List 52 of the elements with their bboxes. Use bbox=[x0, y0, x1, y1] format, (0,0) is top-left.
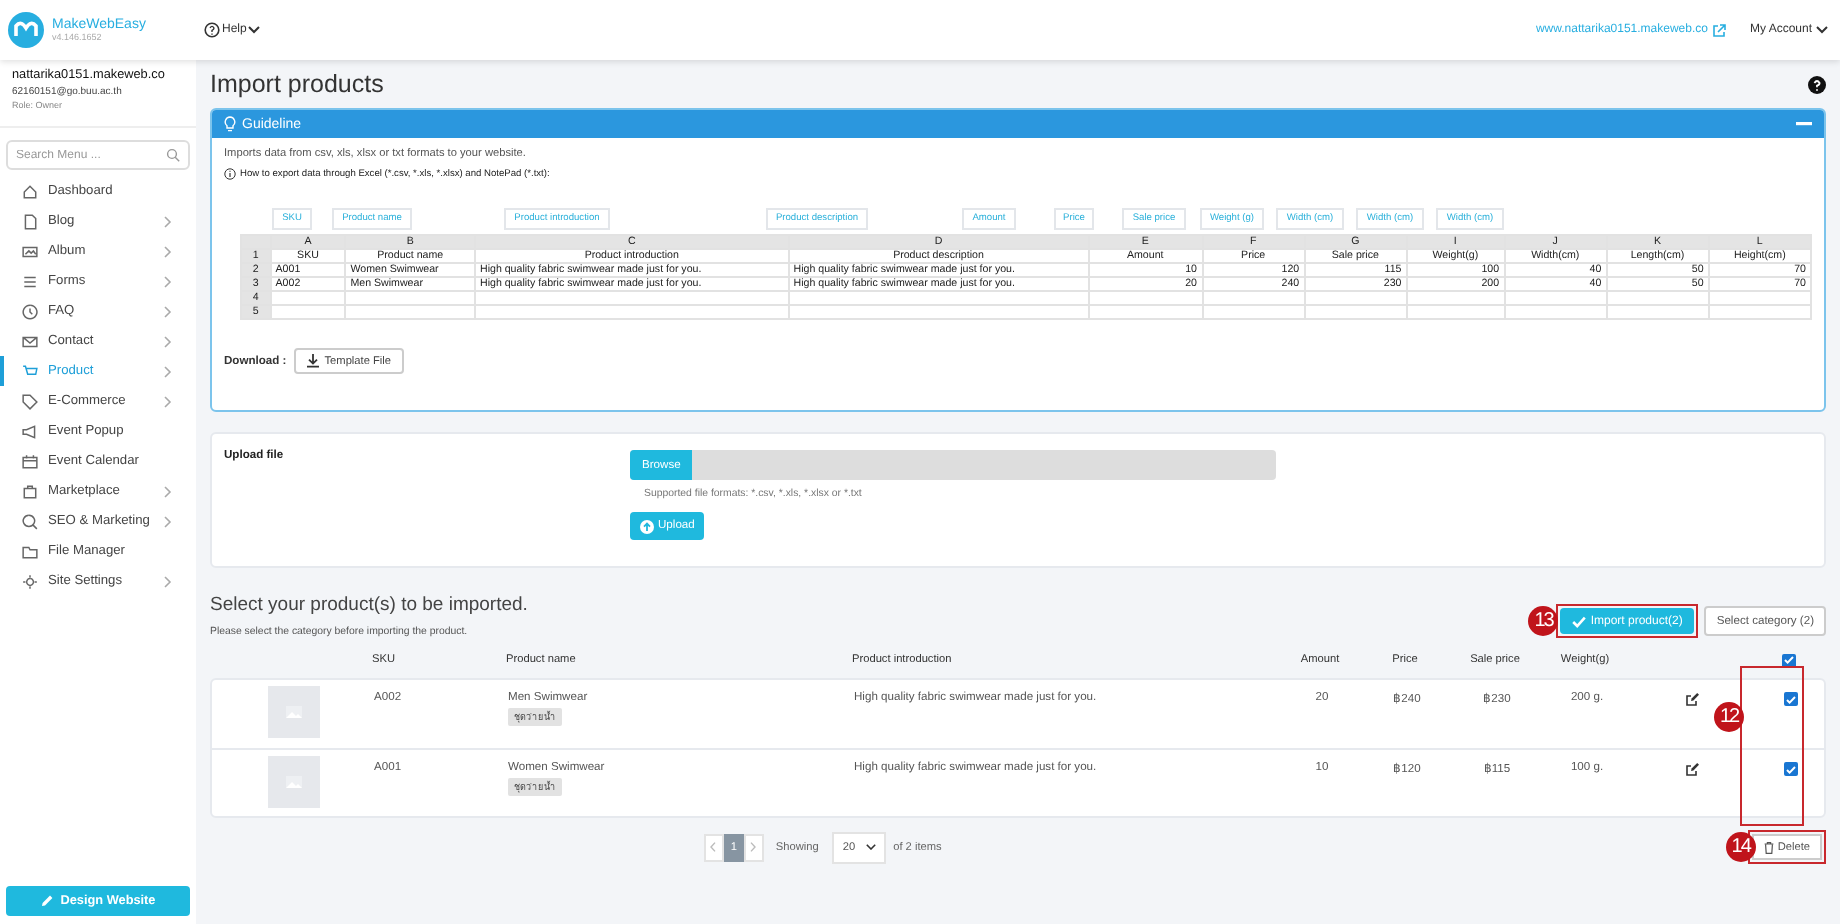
calendar-icon bbox=[22, 453, 38, 469]
lightbulb-icon bbox=[224, 116, 236, 132]
megaphone-icon bbox=[22, 423, 38, 439]
logo-icon bbox=[8, 12, 44, 48]
home-icon bbox=[22, 183, 38, 199]
row-checkbox[interactable] bbox=[1783, 762, 1797, 776]
chevron-right-icon bbox=[164, 305, 172, 317]
upload-icon bbox=[640, 519, 654, 533]
caret-icon bbox=[865, 844, 876, 850]
list-icon bbox=[22, 273, 38, 289]
folder-icon bbox=[22, 543, 38, 559]
image-icon bbox=[22, 243, 38, 259]
bag-icon bbox=[22, 483, 38, 499]
edit-icon[interactable] bbox=[1685, 692, 1699, 706]
image-placeholder bbox=[268, 686, 320, 738]
pencil-icon bbox=[40, 894, 55, 908]
chevron-right-icon bbox=[164, 335, 172, 347]
chevron-right-icon bbox=[164, 365, 172, 377]
chevron-right-icon bbox=[164, 575, 172, 587]
info-icon bbox=[224, 168, 236, 180]
search-icon bbox=[166, 148, 180, 162]
row-checkbox[interactable] bbox=[1783, 692, 1797, 706]
section-heading: Select your product(s) to be imported. bbox=[210, 594, 530, 616]
help-icon bbox=[204, 22, 220, 38]
chevron-right-icon bbox=[164, 215, 172, 227]
chevron-right-icon bbox=[164, 245, 172, 257]
trash-icon bbox=[1763, 841, 1774, 853]
envelope-icon bbox=[22, 333, 38, 349]
tag-icon bbox=[22, 393, 38, 409]
image-placeholder bbox=[268, 756, 320, 808]
page-title: Import products bbox=[210, 70, 384, 98]
chevron-right-icon bbox=[164, 275, 172, 287]
edit-icon[interactable] bbox=[1685, 762, 1699, 776]
caret-icon bbox=[1816, 26, 1828, 34]
chevron-right-icon bbox=[164, 395, 172, 407]
download-icon bbox=[306, 354, 321, 368]
clock-icon bbox=[22, 303, 38, 319]
select-all-checkbox[interactable] bbox=[1781, 653, 1795, 667]
chevron-right-icon bbox=[164, 485, 172, 497]
annotation-marker: 13 bbox=[1528, 606, 1559, 636]
chevron-right-icon bbox=[750, 842, 757, 852]
annotation-marker: 14 bbox=[1725, 832, 1756, 862]
chevron-left-icon bbox=[710, 842, 717, 852]
external-link-icon bbox=[1711, 23, 1726, 37]
check-icon bbox=[1572, 615, 1587, 627]
next-page-button[interactable] bbox=[743, 833, 764, 861]
chevron-right-icon bbox=[164, 515, 172, 527]
help-icon[interactable] bbox=[1808, 75, 1826, 93]
caret-icon bbox=[248, 26, 261, 34]
cart-icon bbox=[22, 363, 38, 379]
document-icon bbox=[22, 213, 38, 229]
magnifier-icon bbox=[22, 513, 38, 529]
